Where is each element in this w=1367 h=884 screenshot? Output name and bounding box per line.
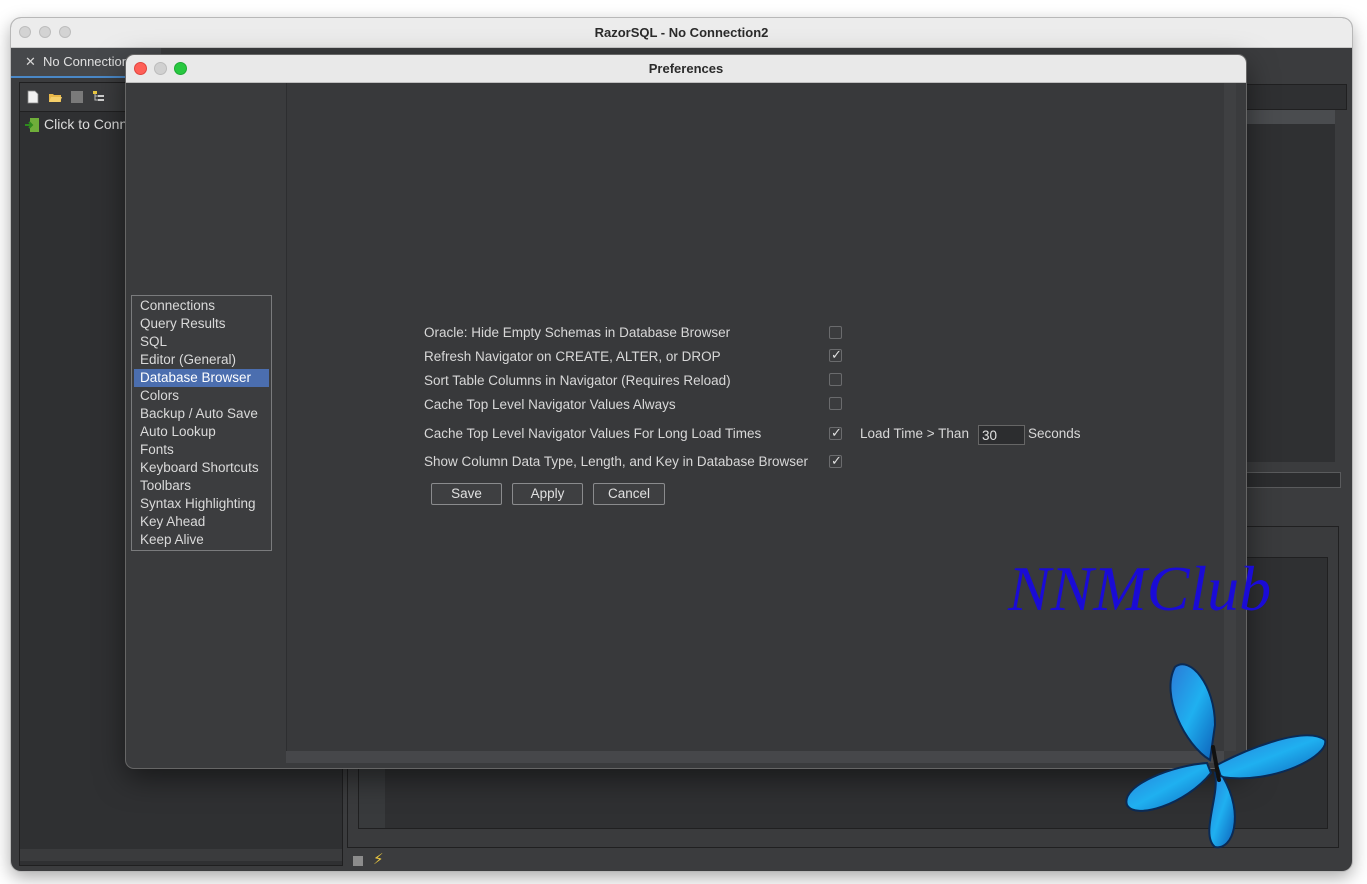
tab-close-icon[interactable]: ✕	[25, 54, 36, 70]
option-label-cache-always: Cache Top Level Navigator Values Always	[424, 397, 676, 412]
category-toolbars[interactable]: Toolbars	[134, 477, 269, 495]
apply-button[interactable]: Apply	[512, 483, 583, 505]
option-label-show-column-data-type: Show Column Data Type, Length, and Key i…	[424, 454, 808, 469]
open-folder-icon[interactable]	[48, 90, 62, 104]
checkbox-sort-table-columns[interactable]	[829, 373, 842, 386]
category-query-results[interactable]: Query Results	[134, 315, 269, 333]
preferences-content-panel	[286, 83, 1225, 751]
save-button[interactable]: Save	[431, 483, 502, 505]
checkbox-show-column-data-type[interactable]: ✓	[829, 453, 842, 468]
preferences-horizontal-scrollbar[interactable]	[286, 751, 1224, 763]
preferences-dialog: Preferences Connections Query Results SQ…	[126, 55, 1246, 768]
watermark-text: NNMClub	[1008, 553, 1272, 624]
category-colors[interactable]: Colors	[134, 387, 269, 405]
preferences-vertical-scrollbar[interactable]	[1224, 83, 1236, 751]
load-time-suffix: Seconds	[1028, 426, 1081, 441]
preferences-titlebar: Preferences	[126, 55, 1246, 83]
results-list	[1243, 110, 1335, 462]
preferences-category-list: Connections Query Results SQL Editor (Ge…	[131, 295, 272, 551]
window-title: RazorSQL - No Connection2	[594, 25, 769, 40]
category-connections[interactable]: Connections	[134, 297, 269, 315]
checkbox-refresh-navigator[interactable]: ✓	[829, 347, 842, 362]
category-sql[interactable]: SQL	[134, 333, 269, 351]
load-time-prefix: Load Time > Than	[860, 426, 969, 441]
category-key-ahead[interactable]: Key Ahead	[134, 513, 269, 531]
category-editor-general[interactable]: Editor (General)	[134, 351, 269, 369]
category-fonts[interactable]: Fonts	[134, 441, 269, 459]
results-list-selected-row[interactable]	[1243, 110, 1335, 124]
category-keyboard-shortcuts[interactable]: Keyboard Shortcuts	[134, 459, 269, 477]
category-backup-auto-save[interactable]: Backup / Auto Save	[134, 405, 269, 423]
main-titlebar: RazorSQL - No Connection2	[11, 18, 1352, 48]
connect-icon	[25, 118, 39, 132]
grid-icon[interactable]	[70, 90, 84, 104]
butterfly-icon	[1125, 663, 1327, 849]
checkbox-hide-empty-schemas[interactable]	[829, 326, 842, 339]
option-label-cache-long-load: Cache Top Level Navigator Values For Lon…	[424, 426, 762, 441]
load-time-input[interactable]	[978, 425, 1025, 445]
stop-icon[interactable]	[353, 856, 363, 866]
category-keep-alive[interactable]: Keep Alive	[134, 531, 269, 549]
category-auto-lookup[interactable]: Auto Lookup	[134, 423, 269, 441]
lightning-icon[interactable]: ⚡	[373, 850, 384, 868]
option-label-refresh-navigator: Refresh Navigator on CREATE, ALTER, or D…	[424, 349, 721, 364]
new-file-icon[interactable]	[26, 90, 40, 104]
checkbox-cache-long-load[interactable]: ✓	[829, 425, 842, 440]
option-label-sort-table-columns: Sort Table Columns in Navigator (Require…	[424, 373, 731, 388]
preferences-title: Preferences	[648, 61, 724, 76]
category-database-browser[interactable]: Database Browser	[134, 369, 269, 387]
category-syntax-highlighting[interactable]: Syntax Highlighting	[134, 495, 269, 513]
results-field[interactable]	[1245, 472, 1341, 488]
tree-icon[interactable]	[92, 90, 106, 104]
left-scrollbar[interactable]	[20, 849, 342, 861]
option-label-hide-empty-schemas: Oracle: Hide Empty Schemas in Database B…	[424, 325, 731, 340]
tab-label: No Connection	[43, 54, 129, 69]
cancel-button[interactable]: Cancel	[593, 483, 665, 505]
query-toolbar	[1235, 84, 1347, 110]
checkbox-cache-always[interactable]	[829, 397, 842, 410]
